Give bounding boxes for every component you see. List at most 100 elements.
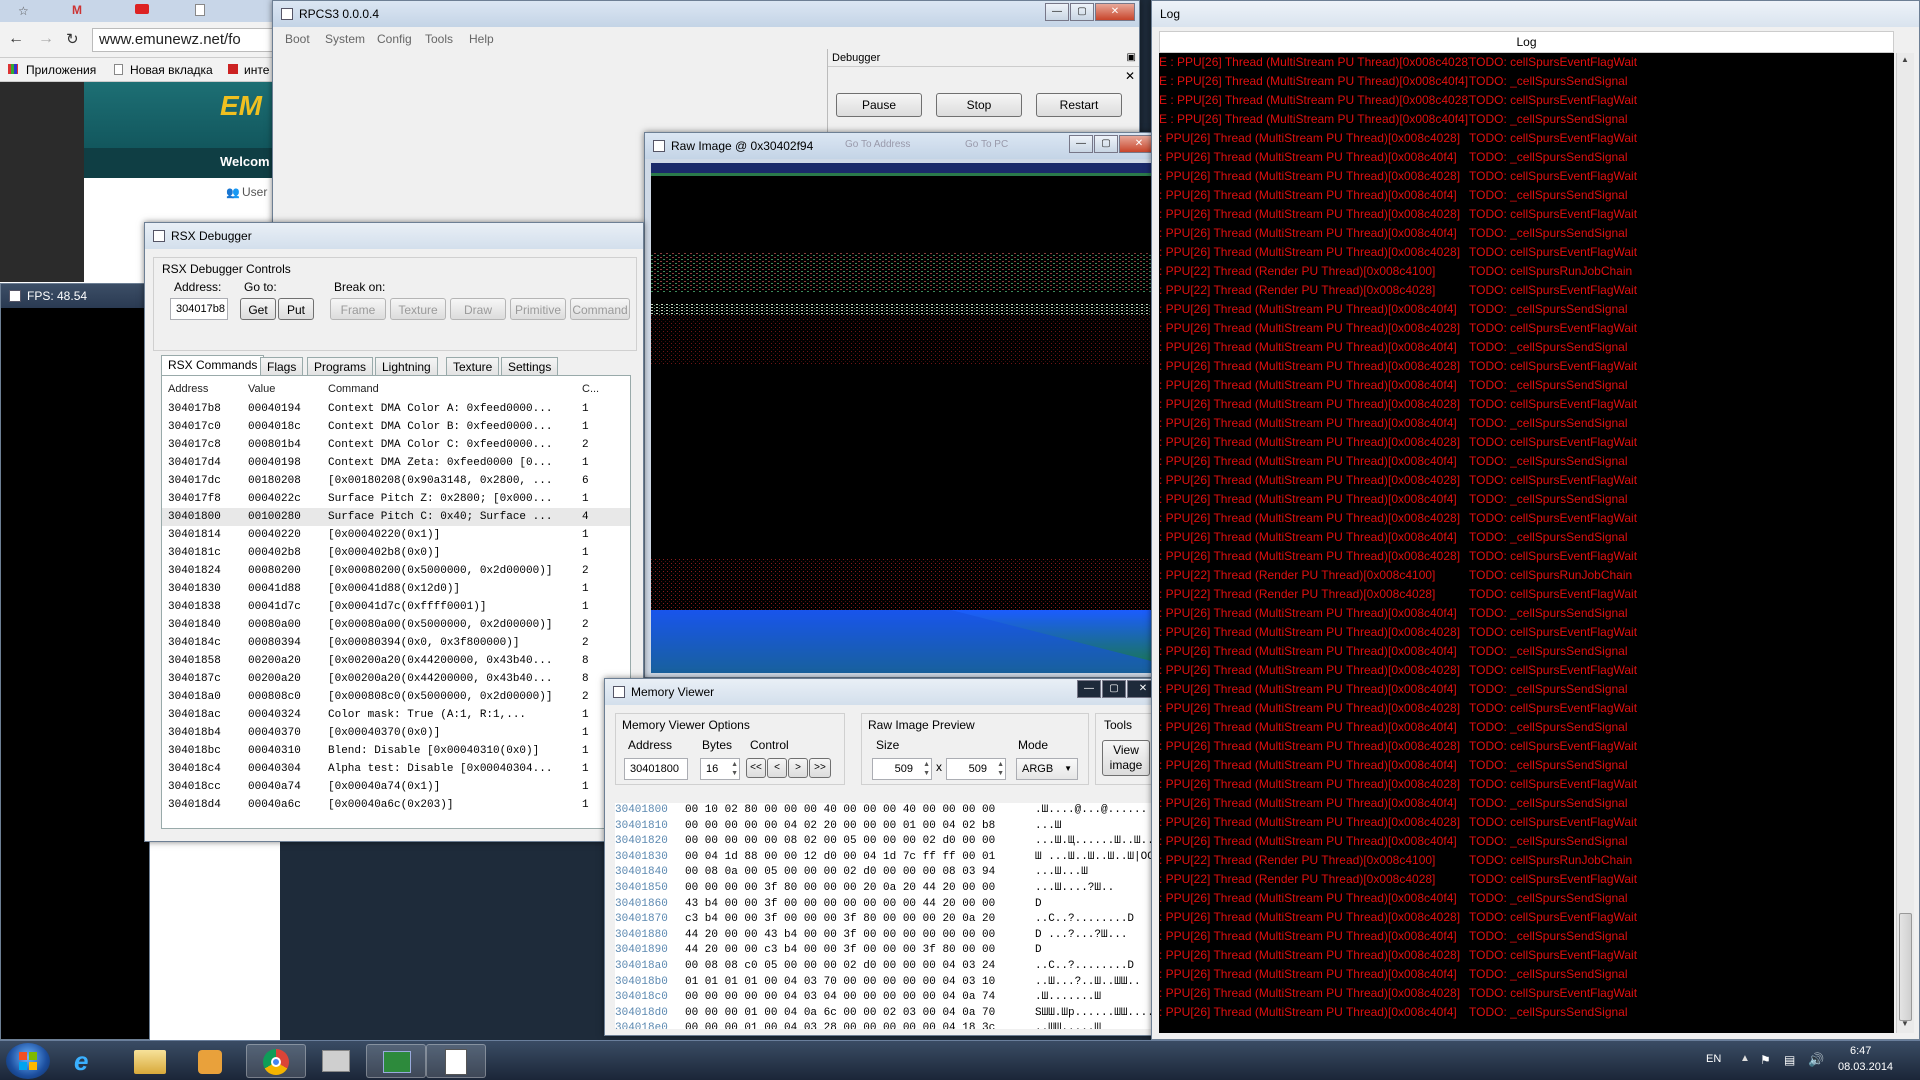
memory-titlebar[interactable]: Memory Viewer — ▢ ✕ bbox=[605, 679, 1163, 705]
network-icon[interactable]: ▤ bbox=[1784, 1053, 1795, 1067]
tab-programs[interactable]: Programs bbox=[307, 357, 374, 377]
log-scrollbar[interactable]: ▲ ▼ bbox=[1896, 53, 1914, 1033]
table-row[interactable]: 304017b8 00040194 Context DMA Color A: 0xf… bbox=[162, 400, 630, 418]
table-row[interactable]: 304017f8 0004022c Surface Pitch Z: 0x2800;… bbox=[162, 490, 630, 508]
table-row[interactable]: 304017d4 00040198 Context DMA Zeta: 0xfeed… bbox=[162, 454, 630, 472]
log-titlebar[interactable]: Log bbox=[1152, 1, 1919, 27]
page-icon[interactable] bbox=[195, 4, 205, 16]
table-row[interactable]: 3040187c 00200a20 [0x00200a20(0x44200000, … bbox=[162, 670, 630, 688]
scroll-down-icon[interactable]: ▼ bbox=[1901, 1019, 1909, 1028]
taskbar-app[interactable] bbox=[306, 1044, 366, 1078]
last-page-button[interactable]: >> bbox=[809, 758, 831, 778]
maximize-button[interactable]: ▢ bbox=[1094, 135, 1118, 153]
close-icon[interactable]: ✕ bbox=[1125, 69, 1135, 83]
bytes-stepper[interactable]: 16 ▲ ▼ bbox=[700, 758, 740, 780]
close-button[interactable]: ✕ bbox=[1095, 3, 1135, 21]
hex-dump[interactable]: 30401800 00 10 02 80 00 00 00 40 00 00 00… bbox=[615, 803, 1155, 1029]
table-row[interactable]: 3040184c 00080394 [0x00080394(0x0, 0x3f800… bbox=[162, 634, 630, 652]
table-row[interactable]: 304017c0 0004018c Context DMA Color B: 0xf… bbox=[162, 418, 630, 436]
next-page-button[interactable]: > bbox=[788, 758, 808, 778]
column-value[interactable]: Value bbox=[248, 380, 275, 398]
rsx-titlebar[interactable]: RSX Debugger bbox=[145, 223, 643, 249]
table-row[interactable]: 30401840 00080a00 [0x00080a00(0x5000000, 0… bbox=[162, 616, 630, 634]
width-stepper[interactable]: 509 ▲ ▼ bbox=[872, 758, 932, 780]
menu-tools[interactable]: Tools bbox=[425, 32, 453, 46]
start-button[interactable] bbox=[6, 1043, 50, 1079]
stop-button[interactable]: Stop bbox=[936, 93, 1022, 117]
table-row[interactable]: 304017c8 000801b4 Context DMA Color C: 0xf… bbox=[162, 436, 630, 454]
table-row[interactable]: 30401858 00200a20 [0x00200a20(0x44200000, … bbox=[162, 652, 630, 670]
column-address[interactable]: Address bbox=[168, 380, 208, 398]
star-icon[interactable]: ☆ bbox=[18, 4, 29, 18]
table-row[interactable]: 304018ac 00040324 Color mask: True (A:1, … bbox=[162, 706, 630, 724]
log-output[interactable]: E : PPU[26] Thread (MultiStream PU Threa… bbox=[1159, 53, 1894, 1033]
bookmark-new-tab[interactable]: Новая вкладка bbox=[130, 63, 213, 77]
table-row[interactable]: 30401814 00040220 [0x00040220(0x1)] 1 bbox=[162, 526, 630, 544]
clock-time[interactable]: 6:47 bbox=[1850, 1045, 1871, 1057]
maximize-button[interactable]: ▢ bbox=[1102, 680, 1126, 698]
log-header[interactable]: Log bbox=[1159, 31, 1894, 53]
spin-arrows-icon[interactable]: ▲ ▼ bbox=[997, 760, 1004, 778]
scroll-up-icon[interactable]: ▲ bbox=[1901, 55, 1909, 64]
restart-button[interactable]: Restart bbox=[1036, 93, 1122, 117]
height-stepper[interactable]: 509 ▲ ▼ bbox=[946, 758, 1006, 780]
raw-image-titlebar[interactable]: Raw Image @ 0x30402f94 Go To Address Go … bbox=[645, 133, 1163, 159]
table-row[interactable]: 304018c4 00040304 Alpha test: Disable [0x0… bbox=[162, 760, 630, 778]
table-row[interactable]: 304017dc 00180208 [0x00180208(0x90a3148, 0… bbox=[162, 472, 630, 490]
scroll-thumb[interactable] bbox=[1899, 913, 1912, 1021]
minimize-button[interactable]: — bbox=[1045, 3, 1069, 21]
menu-help[interactable]: Help bbox=[469, 32, 494, 46]
taskbar-notepad[interactable] bbox=[426, 1044, 486, 1078]
rpcs3-titlebar[interactable]: RPCS3 0.0.0.4 — ▢ ✕ bbox=[273, 1, 1139, 27]
menu-system[interactable]: System bbox=[325, 32, 365, 46]
break-command-button[interactable]: Command bbox=[570, 298, 630, 320]
column-command[interactable]: Command bbox=[328, 380, 379, 398]
volume-icon[interactable]: 🔊 bbox=[1808, 1052, 1824, 1068]
rsx-address-input[interactable]: 304017b8 bbox=[170, 298, 228, 320]
youtube-icon[interactable] bbox=[135, 4, 149, 14]
minimize-button[interactable]: — bbox=[1077, 680, 1101, 698]
table-row[interactable]: 3040181c 000402b8 [0x000402b8(0x0)] 1 bbox=[162, 544, 630, 562]
bookmark-apps[interactable]: Приложения bbox=[26, 63, 96, 77]
put-button[interactable]: Put bbox=[278, 298, 314, 320]
clock-date[interactable]: 08.03.2014 bbox=[1838, 1061, 1893, 1073]
reload-icon[interactable]: ↻ bbox=[66, 30, 79, 48]
tab-flags[interactable]: Flags bbox=[260, 357, 304, 377]
break-frame-button[interactable]: Frame bbox=[330, 298, 386, 320]
column-count[interactable]: C... bbox=[582, 380, 599, 398]
user-link[interactable]: User bbox=[242, 185, 267, 199]
fps-titlebar[interactable]: FPS: 48.54 bbox=[1, 284, 149, 308]
pause-button[interactable]: Pause bbox=[836, 93, 922, 117]
taskbar-rpcs3[interactable] bbox=[366, 1044, 426, 1078]
table-row[interactable]: 304018cc 00040a74 [0x00040a74(0x1)] 1 bbox=[162, 778, 630, 796]
maximize-button[interactable]: ▢ bbox=[1070, 3, 1094, 21]
memory-address-input[interactable]: 30401800 bbox=[624, 758, 688, 780]
taskbar-explorer[interactable] bbox=[120, 1044, 180, 1078]
mode-select[interactable]: ARGB ▼ bbox=[1016, 758, 1078, 780]
tab-settings[interactable]: Settings bbox=[501, 357, 559, 377]
minimize-button[interactable]: — bbox=[1069, 135, 1093, 153]
menu-config[interactable]: Config bbox=[377, 32, 412, 46]
spin-arrows-icon[interactable]: ▲ ▼ bbox=[731, 760, 738, 778]
break-draw-button[interactable]: Draw bbox=[450, 298, 506, 320]
table-row[interactable]: 304018d4 00040a6c [0x00040a6c(0x203)] 1 bbox=[162, 796, 630, 814]
first-page-button[interactable]: << bbox=[746, 758, 766, 778]
taskbar-media[interactable] bbox=[180, 1044, 240, 1078]
address-bar[interactable]: www.emunewz.net/fo bbox=[92, 28, 280, 52]
table-row[interactable]: 30401800 00100280 Surface Pitch C: 0x40; S… bbox=[162, 508, 630, 526]
tray-expand-icon[interactable]: ▲ bbox=[1740, 1053, 1750, 1064]
table-row[interactable]: 30401838 00041d7c [0x00041d7c(0xffff0001)]… bbox=[162, 598, 630, 616]
language-indicator[interactable]: EN bbox=[1706, 1053, 1721, 1065]
get-button[interactable]: Get bbox=[240, 298, 276, 320]
table-row[interactable]: 30401824 00080200 [0x00080200(0x5000000, 0… bbox=[162, 562, 630, 580]
table-row[interactable]: 304018b4 00040370 [0x00040370(0x0)] 1 bbox=[162, 724, 630, 742]
tab-lightning[interactable]: Lightning bbox=[375, 357, 438, 377]
break-texture-button[interactable]: Texture bbox=[390, 298, 446, 320]
taskbar-chrome[interactable] bbox=[246, 1044, 306, 1078]
table-row[interactable]: 304018a0 000808c0 [0x000808c0(0x5000000, 0… bbox=[162, 688, 630, 706]
bookmark-inte[interactable]: инте bbox=[244, 63, 269, 77]
break-primitive-button[interactable]: Primitive bbox=[510, 298, 566, 320]
tab-texture[interactable]: Texture bbox=[446, 357, 500, 377]
taskbar-ie[interactable]: e bbox=[60, 1044, 120, 1078]
menu-boot[interactable]: Boot bbox=[285, 32, 310, 46]
